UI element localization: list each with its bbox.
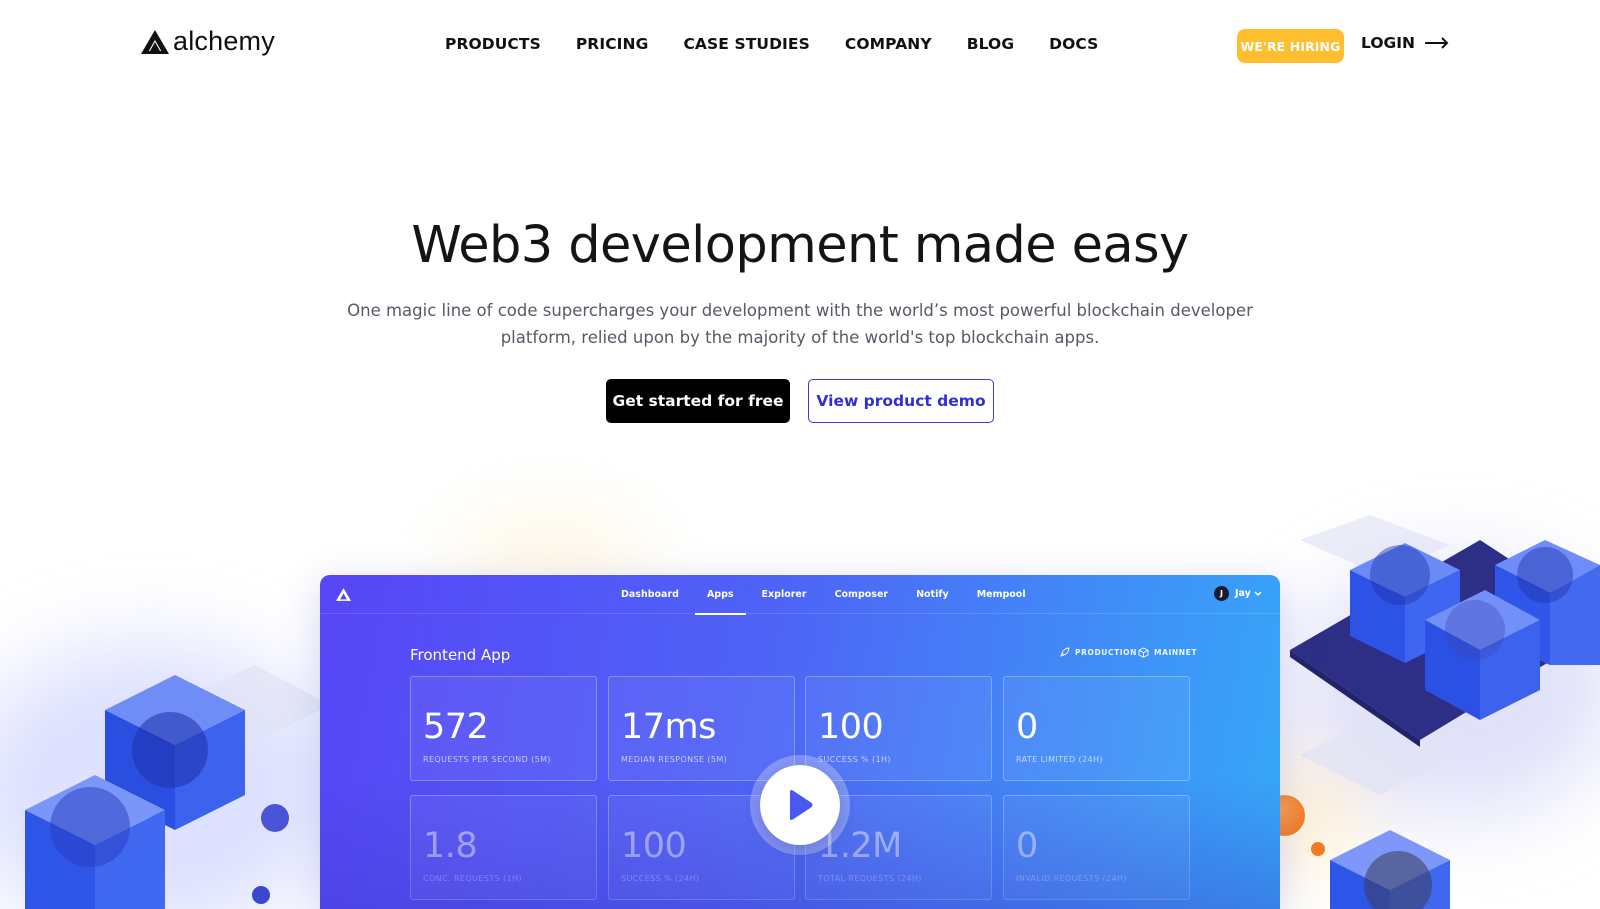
login-label: LOGIN — [1361, 34, 1415, 52]
metric-card: 1.8 CONC. REQUESTS (1H) — [410, 795, 597, 900]
alchemy-logo-icon — [141, 29, 169, 54]
dashboard-tab-dashboard[interactable]: Dashboard — [621, 575, 679, 614]
hero-subtitle-line-1: One magic line of code supercharges your… — [347, 301, 1253, 320]
play-video-button[interactable] — [750, 755, 850, 855]
dashboard-preview: Dashboard Apps Explorer Composer Notify … — [320, 575, 1280, 909]
metric-value: 17ms — [621, 707, 716, 747]
decorative-cubes-left — [20, 665, 330, 909]
login-link[interactable]: LOGIN — [1361, 34, 1449, 52]
avatar: J — [1214, 586, 1229, 601]
dashboard-tabs: Dashboard Apps Explorer Composer Notify … — [621, 575, 1054, 615]
view-demo-button[interactable]: View product demo — [808, 379, 994, 423]
decorative-orange-dot — [1311, 842, 1325, 856]
brand-logo[interactable]: alchemy — [141, 26, 275, 57]
dashboard-tab-explorer[interactable]: Explorer — [762, 575, 807, 614]
metric-label: SUCCESS % (24H) — [621, 874, 700, 883]
cube-icon — [1138, 647, 1149, 658]
metric-card: 572 REQUESTS PER SECOND (5M) — [410, 676, 597, 781]
env-production-badge: PRODUCTION — [1060, 647, 1137, 657]
user-name: Jay — [1235, 588, 1251, 599]
hiring-button[interactable]: WE'RE HIRING — [1237, 29, 1344, 63]
metric-label: RATE LIMITED (24H) — [1016, 755, 1103, 764]
nav-link-company[interactable]: COMPANY — [845, 35, 932, 53]
dashboard-topbar: Dashboard Apps Explorer Composer Notify … — [320, 575, 1280, 615]
top-navigation: alchemy PRODUCTS PRICING CASE STUDIES CO… — [0, 0, 1600, 90]
hero-title: Web3 development made easy — [411, 216, 1189, 275]
metric-label: REQUESTS PER SECOND (5M) — [423, 755, 551, 764]
play-icon — [790, 790, 813, 820]
metric-card: 0 INVALID REQUESTS (24H) — [1003, 795, 1190, 900]
dashboard-tab-apps[interactable]: Apps — [695, 575, 745, 615]
metric-value: 572 — [423, 707, 489, 747]
nav-link-pricing[interactable]: PRICING — [576, 35, 649, 53]
metric-label: MEDIAN RESPONSE (5M) — [621, 755, 728, 764]
hero-subtitle: One magic line of code supercharges your… — [345, 297, 1255, 351]
decorative-cubes-right — [1290, 515, 1600, 909]
metric-value: 0 — [1016, 826, 1038, 866]
nav-link-docs[interactable]: DOCS — [1049, 35, 1098, 53]
metric-card: 0 RATE LIMITED (24H) — [1003, 676, 1190, 781]
chevron-down-icon — [1254, 591, 1262, 596]
nav-link-blog[interactable]: BLOG — [967, 35, 1014, 53]
metric-label: SUCCESS % (1H) — [818, 755, 891, 764]
metric-label: CONC. REQUESTS (1H) — [423, 874, 522, 883]
metric-label: INVALID REQUESTS (24H) — [1016, 874, 1127, 883]
env-network-badge: MAINNET — [1138, 647, 1197, 658]
dashboard-user-menu[interactable]: J Jay — [1214, 586, 1262, 601]
brand-name: alchemy — [173, 26, 275, 56]
metric-card: 17ms MEDIAN RESPONSE (5M) — [608, 676, 795, 781]
dashboard-tab-mempool[interactable]: Mempool — [977, 575, 1026, 614]
env-production-label: PRODUCTION — [1075, 647, 1138, 657]
metric-label: TOTAL REQUESTS (24H) — [818, 874, 922, 883]
hero-subtitle-line-2: platform, relied upon by the majority of… — [500, 328, 1100, 347]
nav-link-products[interactable]: PRODUCTS — [445, 35, 541, 53]
metric-card: 100 SUCCESS % (1H) — [805, 676, 992, 781]
metric-value: 0 — [1016, 707, 1038, 747]
metric-value: 100 — [818, 707, 884, 747]
get-started-button[interactable]: Get started for free — [606, 379, 790, 423]
rocket-icon — [1060, 647, 1070, 657]
nav-links: PRODUCTS PRICING CASE STUDIES COMPANY BL… — [445, 35, 1133, 53]
dashboard-tab-notify[interactable]: Notify — [916, 575, 949, 614]
play-button-inner[interactable] — [760, 765, 840, 845]
metric-value: 100 — [621, 826, 687, 866]
dashboard-tab-composer[interactable]: Composer — [835, 575, 889, 614]
dashboard-logo-icon — [336, 588, 351, 601]
app-title: Frontend App — [410, 646, 511, 664]
metric-value: 1.8 — [423, 826, 478, 866]
nav-link-case-studies[interactable]: CASE STUDIES — [683, 35, 809, 53]
arrow-right-icon — [1424, 37, 1449, 49]
env-network-label: MAINNET — [1154, 648, 1198, 657]
